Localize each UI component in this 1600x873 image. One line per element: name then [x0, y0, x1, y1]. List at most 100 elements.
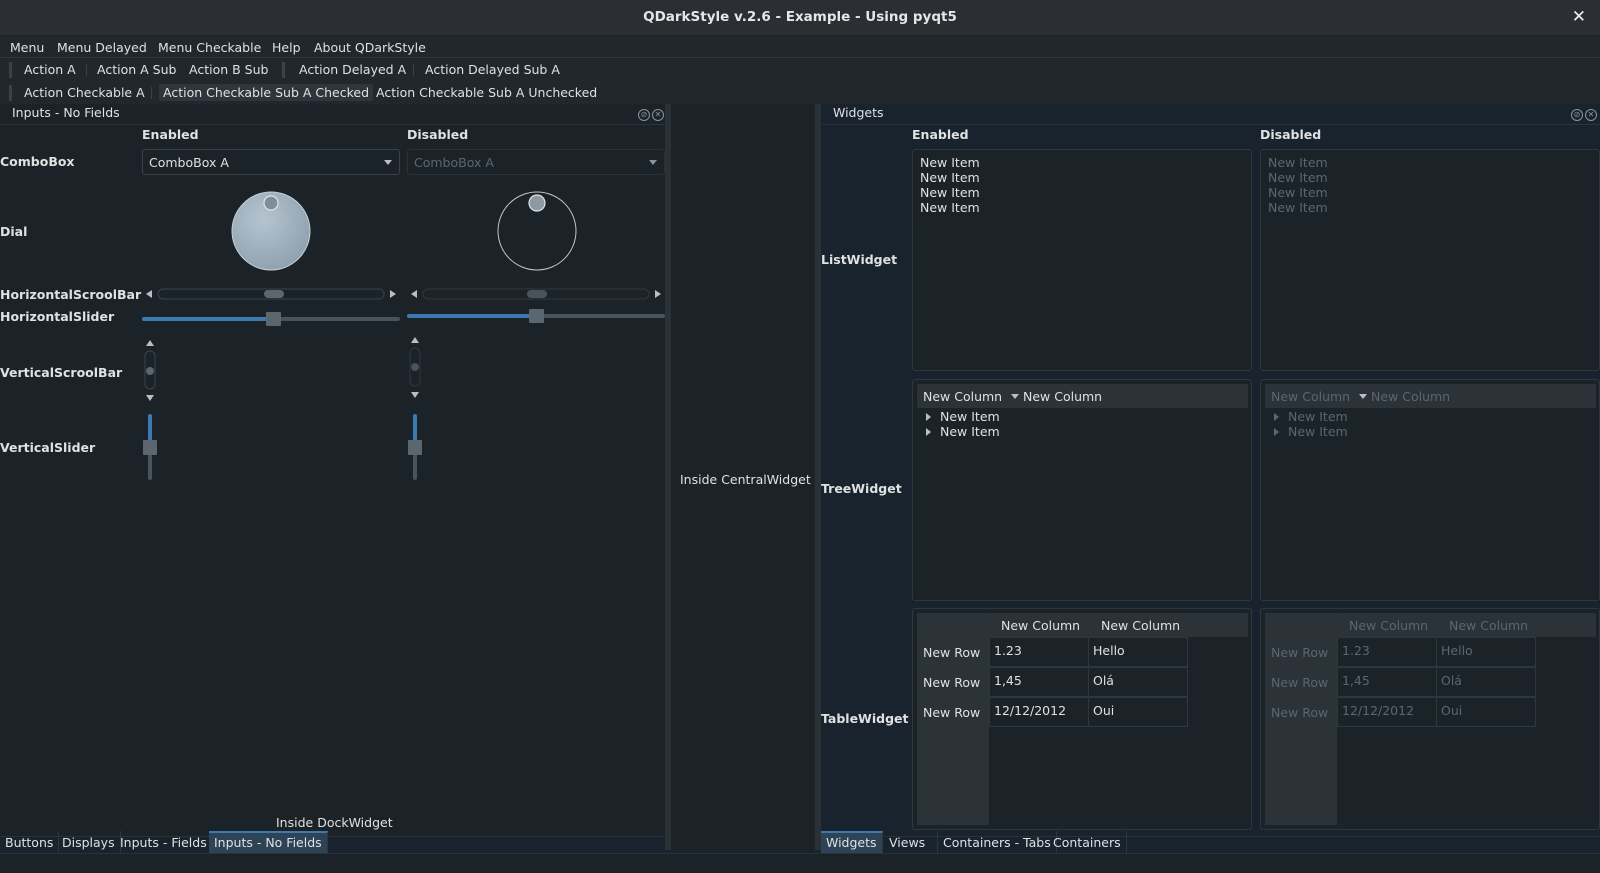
toolbar-separator [151, 87, 152, 99]
list-item[interactable]: New Item [920, 185, 980, 200]
tab-inputs-fields[interactable]: Inputs - Fields [115, 831, 213, 853]
status-bar [0, 853, 1600, 873]
disabled-header: Disabled [1260, 127, 1322, 142]
table-disabled: New Column New Column New Row 1.23 Hello… [1260, 608, 1600, 830]
toolbar-handle[interactable] [9, 62, 12, 78]
table-enabled[interactable]: New Column New Column New Row 1.23 Hello… [912, 608, 1252, 830]
table-row-header: New Row [1271, 675, 1329, 690]
listwidget-label: ListWidget [821, 252, 898, 267]
close-icon[interactable]: ✕ [1572, 7, 1586, 27]
close-icon[interactable]: ✕ [1585, 109, 1597, 121]
expand-icon[interactable] [926, 428, 931, 436]
list-item[interactable]: New Item [920, 170, 980, 185]
menu-menu[interactable]: Menu [10, 40, 44, 55]
table-row-header: New Row [1271, 705, 1329, 720]
tab-containers-tabs[interactable]: Containers - Tabs [938, 831, 1057, 853]
disabled-header: Disabled [407, 127, 469, 142]
vslider-disabled [408, 414, 422, 480]
tab-buttons[interactable]: Buttons [0, 831, 60, 853]
float-icon[interactable]: ⊘ [1571, 109, 1583, 121]
tree-enabled[interactable]: New Column New Column New Item New Item [912, 379, 1252, 601]
list-enabled[interactable]: New Item New Item New Item New Item [912, 149, 1252, 371]
table-row-header: New Row [1271, 645, 1329, 660]
menu-delayed[interactable]: Menu Delayed [57, 40, 147, 55]
table-cell[interactable]: Hello [1088, 637, 1188, 667]
combobox-value: ComboBox A [414, 155, 494, 170]
tab-widgets[interactable]: Widgets [821, 831, 883, 853]
list-item: New Item [1268, 185, 1328, 200]
tree-column-header[interactable]: New Column [923, 389, 1002, 404]
hslider-enabled[interactable] [142, 311, 400, 327]
close-icon[interactable]: ✕ [652, 109, 664, 121]
tab-containers[interactable]: Containers [1048, 831, 1127, 853]
vscrollbar-label: VerticalScroolBar [0, 365, 123, 380]
vscrollbar-enabled[interactable] [143, 338, 157, 404]
tree-disabled: New Column New Column New Item New Item [1260, 379, 1600, 601]
action-delayed-a-button[interactable]: Action Delayed A [299, 62, 406, 77]
action-checkable-a-button[interactable]: Action Checkable A [24, 85, 145, 100]
tree-column-header[interactable]: New Column [1023, 389, 1102, 404]
action-checkable-sub-a-checked-button[interactable]: Action Checkable Sub A Checked [159, 84, 374, 101]
sort-indicator-icon [1359, 394, 1367, 399]
toolbar-handle[interactable] [282, 62, 285, 78]
hslider-label: HorizontalSlider [0, 309, 115, 324]
toolbar-separator [413, 64, 414, 76]
tree-item[interactable]: New Item [940, 424, 1000, 439]
hscrollbar-enabled[interactable] [142, 287, 400, 301]
menu-about[interactable]: About QDarkStyle [314, 40, 426, 55]
float-icon[interactable]: ⊘ [638, 109, 650, 121]
menu-checkable[interactable]: Menu Checkable [158, 40, 261, 55]
vscrollbar-disabled [409, 337, 421, 398]
dial-enabled[interactable] [230, 190, 312, 272]
table-cell: Oui [1436, 697, 1536, 727]
toolbar-checkable: Action Checkable A Action Checkable Sub … [0, 81, 1600, 104]
list-item[interactable]: New Item [920, 155, 980, 170]
table-cell[interactable]: 1.23 [989, 637, 1089, 667]
table-column-header[interactable]: New Column [1001, 618, 1080, 633]
list-item: New Item [1268, 170, 1328, 185]
tree-column-header: New Column [1271, 389, 1351, 404]
table-row-header[interactable]: New Row [923, 645, 980, 660]
title-bar: QDarkStyle v.2.6 - Example - Using pyqt5… [0, 0, 1600, 36]
table-cell[interactable]: 12/12/2012 [989, 697, 1089, 727]
combobox-enabled[interactable]: ComboBox A [142, 149, 400, 175]
table-row-header[interactable]: New Row [923, 705, 980, 720]
list-item: New Item [1268, 155, 1328, 170]
tab-displays[interactable]: Displays [57, 831, 121, 853]
menu-help[interactable]: Help [272, 40, 301, 55]
tab-inputs-no-fields[interactable]: Inputs - No Fields [209, 831, 328, 853]
tree-header: New Column New Column [917, 384, 1248, 408]
divider [0, 124, 665, 125]
action-a-button[interactable]: Action A [24, 62, 76, 77]
tree-item[interactable]: New Item [940, 409, 1000, 424]
expand-icon[interactable] [926, 413, 931, 421]
tree-item: New Item [1288, 424, 1348, 439]
window-title: QDarkStyle v.2.6 - Example - Using pyqt5 [643, 9, 957, 25]
central-text: Inside CentralWidget [680, 472, 811, 487]
action-a-sub-button[interactable]: Action A Sub [97, 62, 176, 77]
combobox-disabled: ComboBox A [407, 149, 665, 175]
expand-icon [1274, 428, 1279, 436]
tree-header: New Column New Column [1265, 384, 1596, 408]
tablewidget-label: TableWidget [821, 711, 909, 726]
left-dock-title: Inputs - No Fields [12, 105, 120, 120]
table-row-header[interactable]: New Row [923, 675, 980, 690]
table-column-header[interactable]: New Column [1101, 618, 1180, 633]
enabled-header: Enabled [912, 127, 969, 142]
toolbar-handle[interactable] [9, 85, 12, 101]
dock-footer-text: Inside DockWidget [276, 815, 393, 830]
table-cell[interactable]: Olá [1088, 667, 1188, 697]
vslider-enabled[interactable] [142, 412, 158, 482]
table-cell[interactable]: 1,45 [989, 667, 1089, 697]
toolbar-actions: Action A Action A Sub Action B Sub Actio… [0, 58, 1600, 81]
table-header: New Column New Column [989, 613, 1248, 637]
action-b-sub-button[interactable]: Action B Sub [189, 62, 268, 77]
list-item[interactable]: New Item [920, 200, 980, 215]
splitter[interactable] [815, 104, 821, 850]
action-delayed-sub-a-button[interactable]: Action Delayed Sub A [425, 62, 560, 77]
table-cell[interactable]: Oui [1088, 697, 1188, 727]
tab-views[interactable]: Views [884, 831, 938, 853]
table-cell: 1.23 [1337, 637, 1437, 667]
action-checkable-sub-a-unchecked-button[interactable]: Action Checkable Sub A Unchecked [376, 85, 597, 100]
tree-item: New Item [1288, 409, 1348, 424]
